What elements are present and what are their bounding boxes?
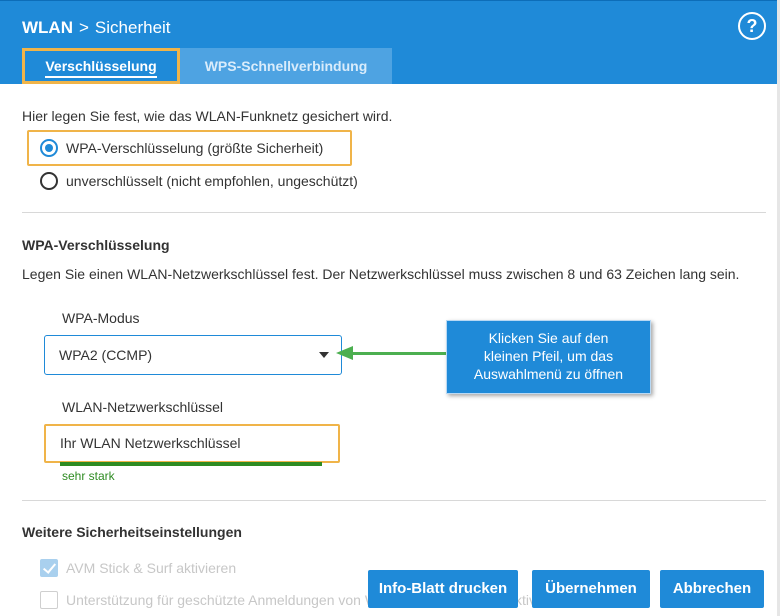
tab-bar: Verschlüsselung WPS-Schnellverbindung [22,48,392,84]
tab-encryption-label: Verschlüsselung [45,58,157,78]
divider [22,500,766,501]
network-key-label: WLAN-Netzwerkschlüssel [62,399,224,415]
radio-wpa-label: WPA-Verschlüsselung (größte Sicherheit) [66,140,324,156]
cancel-button[interactable]: Abbrechen [660,570,764,608]
callout-tooltip: Klicken Sie auf den kleinen Pfeil, um da… [446,320,651,394]
wpa-description: Legen Sie einen WLAN-Netzwerkschlüssel f… [22,266,740,282]
radio-wpa-button[interactable] [40,139,58,157]
radio-unencrypted[interactable]: unverschlüsselt (nicht empfohlen, ungesc… [40,172,358,190]
tab-encryption[interactable]: Verschlüsselung [22,48,180,84]
callout-line-3: Auswahlmenü zu öffnen [473,366,624,382]
wpa-mode-label: WPA-Modus [62,310,140,326]
checkbox-stick-surf[interactable]: AVM Stick & Surf aktivieren [40,559,236,577]
tab-wps[interactable]: WPS-Schnellverbindung [180,48,392,84]
breadcrumb-separator-icon: > [78,18,89,37]
breadcrumb-current: Sicherheit [94,18,171,37]
breadcrumb: WLAN > Sicherheit [22,18,171,38]
print-info-button[interactable]: Info-Blatt drucken [368,570,518,608]
radio-unencrypted-label: unverschlüsselt (nicht empfohlen, ungesc… [66,173,358,189]
radio-wpa[interactable]: WPA-Verschlüsselung (größte Sicherheit) [40,139,323,157]
header-bar: WLAN > Sicherheit ? Verschlüsselung WPS-… [0,0,780,84]
apply-button[interactable]: Übernehmen [532,570,650,608]
key-strength-bar [60,462,322,466]
breadcrumb-root[interactable]: WLAN [22,18,73,38]
checkbox-stick-surf-box[interactable] [40,559,58,577]
checkbox-stick-surf-label: AVM Stick & Surf aktivieren [66,560,237,576]
chevron-down-icon[interactable] [319,352,329,358]
callout-line-1: Klicken Sie auf den [488,330,609,346]
callout-line-2: kleinen Pfeil, um das [483,348,614,364]
help-icon[interactable]: ? [738,12,766,40]
wpa-mode-select[interactable]: WPA2 (CCMP) [44,335,342,375]
tab-wps-label: WPS-Schnellverbindung [204,58,368,74]
arrow-left-icon [336,346,353,360]
checkbox-pmf-box[interactable] [40,591,58,609]
radio-unencrypted-button[interactable] [40,172,58,190]
wpa-mode-value: WPA2 (CCMP) [59,347,153,363]
encryption-intro: Hier legen Sie fest, wie das WLAN-Funkne… [22,108,393,124]
further-settings-title: Weitere Sicherheitseinstellungen [22,524,242,540]
network-key-input[interactable]: Ihr WLAN Netzwerkschlüssel [44,424,340,463]
callout-arrow-line [352,352,446,355]
key-strength-text: sehr stark [62,469,115,483]
wpa-section-title: WPA-Verschlüsselung [22,237,170,253]
divider [22,212,766,213]
